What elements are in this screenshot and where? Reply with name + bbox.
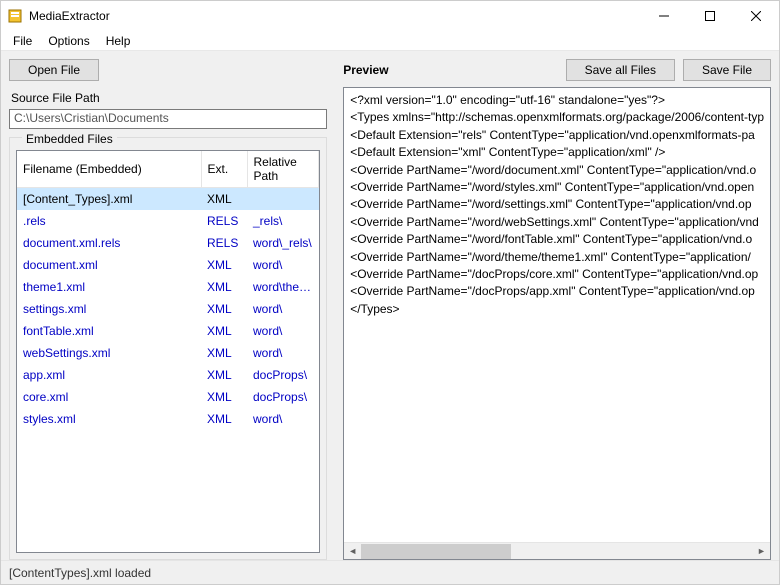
preview-line: <Override PartName="/word/styles.xml" Co… xyxy=(350,179,764,196)
cell-ext: XML xyxy=(201,342,247,364)
cell-relpath: word\_rels\ xyxy=(247,232,319,254)
window-controls xyxy=(641,1,779,31)
close-button[interactable] xyxy=(733,1,779,31)
preview-line: <Override PartName="/word/theme/theme1.x… xyxy=(350,249,764,266)
preview-line: <?xml version="1.0" encoding="utf-16" st… xyxy=(350,92,764,109)
titlebar: MediaExtractor xyxy=(1,1,779,31)
cell-filename: core.xml xyxy=(17,386,201,408)
cell-ext: XML xyxy=(201,276,247,298)
preview-horizontal-scrollbar[interactable]: ◄ ► xyxy=(344,542,770,559)
cell-relpath: docProps\ xyxy=(247,364,319,386)
preview-line: <Override PartName="/word/fontTable.xml"… xyxy=(350,231,764,248)
open-file-button[interactable]: Open File xyxy=(9,59,99,81)
cell-filename: document.xml xyxy=(17,254,201,276)
preview-line: <Override PartName="/word/document.xml" … xyxy=(350,162,764,179)
main-area: Open File Source File Path C:\Users\Cris… xyxy=(1,51,779,560)
table-row[interactable]: styles.xmlXMLword\ xyxy=(17,408,319,430)
preview-line: <Default Extension="rels" ContentType="a… xyxy=(350,127,764,144)
app-title: MediaExtractor xyxy=(29,9,641,23)
cell-filename: styles.xml xyxy=(17,408,201,430)
maximize-button[interactable] xyxy=(687,1,733,31)
table-row[interactable]: document.xmlXMLword\ xyxy=(17,254,319,276)
cell-relpath: word\ xyxy=(247,320,319,342)
cell-filename: fontTable.xml xyxy=(17,320,201,342)
cell-ext: XML xyxy=(201,386,247,408)
cell-relpath: _rels\ xyxy=(247,210,319,232)
cell-ext: XML xyxy=(201,298,247,320)
table-row[interactable]: app.xmlXMLdocProps\ xyxy=(17,364,319,386)
menu-file[interactable]: File xyxy=(5,32,40,50)
source-path-label: Source File Path xyxy=(11,91,327,105)
scroll-right-arrow-icon[interactable]: ► xyxy=(753,543,770,560)
statusbar: [ContentTypes].xml loaded xyxy=(1,560,779,584)
status-text: [ContentTypes].xml loaded xyxy=(9,566,151,580)
left-pane: Open File Source File Path C:\Users\Cris… xyxy=(1,51,335,560)
table-row[interactable]: .relsRELS_rels\ xyxy=(17,210,319,232)
cell-filename: theme1.xml xyxy=(17,276,201,298)
cell-ext: RELS xyxy=(201,232,247,254)
cell-relpath: docProps\ xyxy=(247,386,319,408)
cell-relpath xyxy=(247,188,319,211)
cell-ext: XML xyxy=(201,254,247,276)
scroll-thumb[interactable] xyxy=(361,544,511,559)
embedded-files-table[interactable]: Filename (Embedded) Ext. Relative Path [… xyxy=(16,150,320,553)
col-header-ext[interactable]: Ext. xyxy=(201,151,247,188)
table-row[interactable]: [Content_Types].xmlXML xyxy=(17,188,319,211)
cell-ext: RELS xyxy=(201,210,247,232)
cell-relpath: word\ xyxy=(247,298,319,320)
preview-line: <Default Extension="xml" ContentType="ap… xyxy=(350,144,764,161)
menu-help[interactable]: Help xyxy=(98,32,139,50)
preview-line: <Override PartName="/word/webSettings.xm… xyxy=(350,214,764,231)
menu-options[interactable]: Options xyxy=(40,32,97,50)
cell-relpath: word\ xyxy=(247,254,319,276)
app-window: MediaExtractor File Options Help Open Fi… xyxy=(0,0,780,585)
preview-line: <Override PartName="/docProps/core.xml" … xyxy=(350,266,764,283)
col-header-relpath[interactable]: Relative Path xyxy=(247,151,319,188)
table-row[interactable]: fontTable.xmlXMLword\ xyxy=(17,320,319,342)
save-all-files-button[interactable]: Save all Files xyxy=(566,59,675,81)
preview-line: <Types xmlns="http://schemas.openxmlform… xyxy=(350,109,764,126)
embedded-files-group: Embedded Files Filename (Embedded) Ext. … xyxy=(9,137,327,560)
table-row[interactable]: settings.xmlXMLword\ xyxy=(17,298,319,320)
table-row[interactable]: theme1.xmlXMLword\theme\ xyxy=(17,276,319,298)
cell-filename: [Content_Types].xml xyxy=(17,188,201,211)
cell-ext: XML xyxy=(201,364,247,386)
preview-line: <Override PartName="/docProps/app.xml" C… xyxy=(350,283,764,300)
cell-filename: webSettings.xml xyxy=(17,342,201,364)
cell-ext: XML xyxy=(201,188,247,211)
cell-filename: settings.xml xyxy=(17,298,201,320)
table-row[interactable]: document.xml.relsRELSword\_rels\ xyxy=(17,232,319,254)
preview-line: <Override PartName="/word/settings.xml" … xyxy=(350,196,764,213)
app-icon xyxy=(7,8,23,24)
table-row[interactable]: core.xmlXMLdocProps\ xyxy=(17,386,319,408)
preview-line: </Types> xyxy=(350,301,764,318)
menubar: File Options Help xyxy=(1,31,779,51)
cell-filename: app.xml xyxy=(17,364,201,386)
preview-box[interactable]: <?xml version="1.0" encoding="utf-16" st… xyxy=(343,87,771,560)
embedded-files-label: Embedded Files xyxy=(22,132,117,146)
cell-filename: .rels xyxy=(17,210,201,232)
cell-relpath: word\ xyxy=(247,408,319,430)
cell-relpath: word\ xyxy=(247,342,319,364)
col-header-filename[interactable]: Filename (Embedded) xyxy=(17,151,201,188)
minimize-button[interactable] xyxy=(641,1,687,31)
right-pane: Preview Save all Files Save File <?xml v… xyxy=(335,51,779,560)
cell-ext: XML xyxy=(201,408,247,430)
table-row[interactable]: webSettings.xmlXMLword\ xyxy=(17,342,319,364)
scroll-left-arrow-icon[interactable]: ◄ xyxy=(344,543,361,560)
save-file-button[interactable]: Save File xyxy=(683,59,771,81)
cell-ext: XML xyxy=(201,320,247,342)
cell-relpath: word\theme\ xyxy=(247,276,319,298)
cell-filename: document.xml.rels xyxy=(17,232,201,254)
preview-label: Preview xyxy=(343,63,565,77)
source-path-field[interactable]: C:\Users\Cristian\Documents xyxy=(9,109,327,129)
